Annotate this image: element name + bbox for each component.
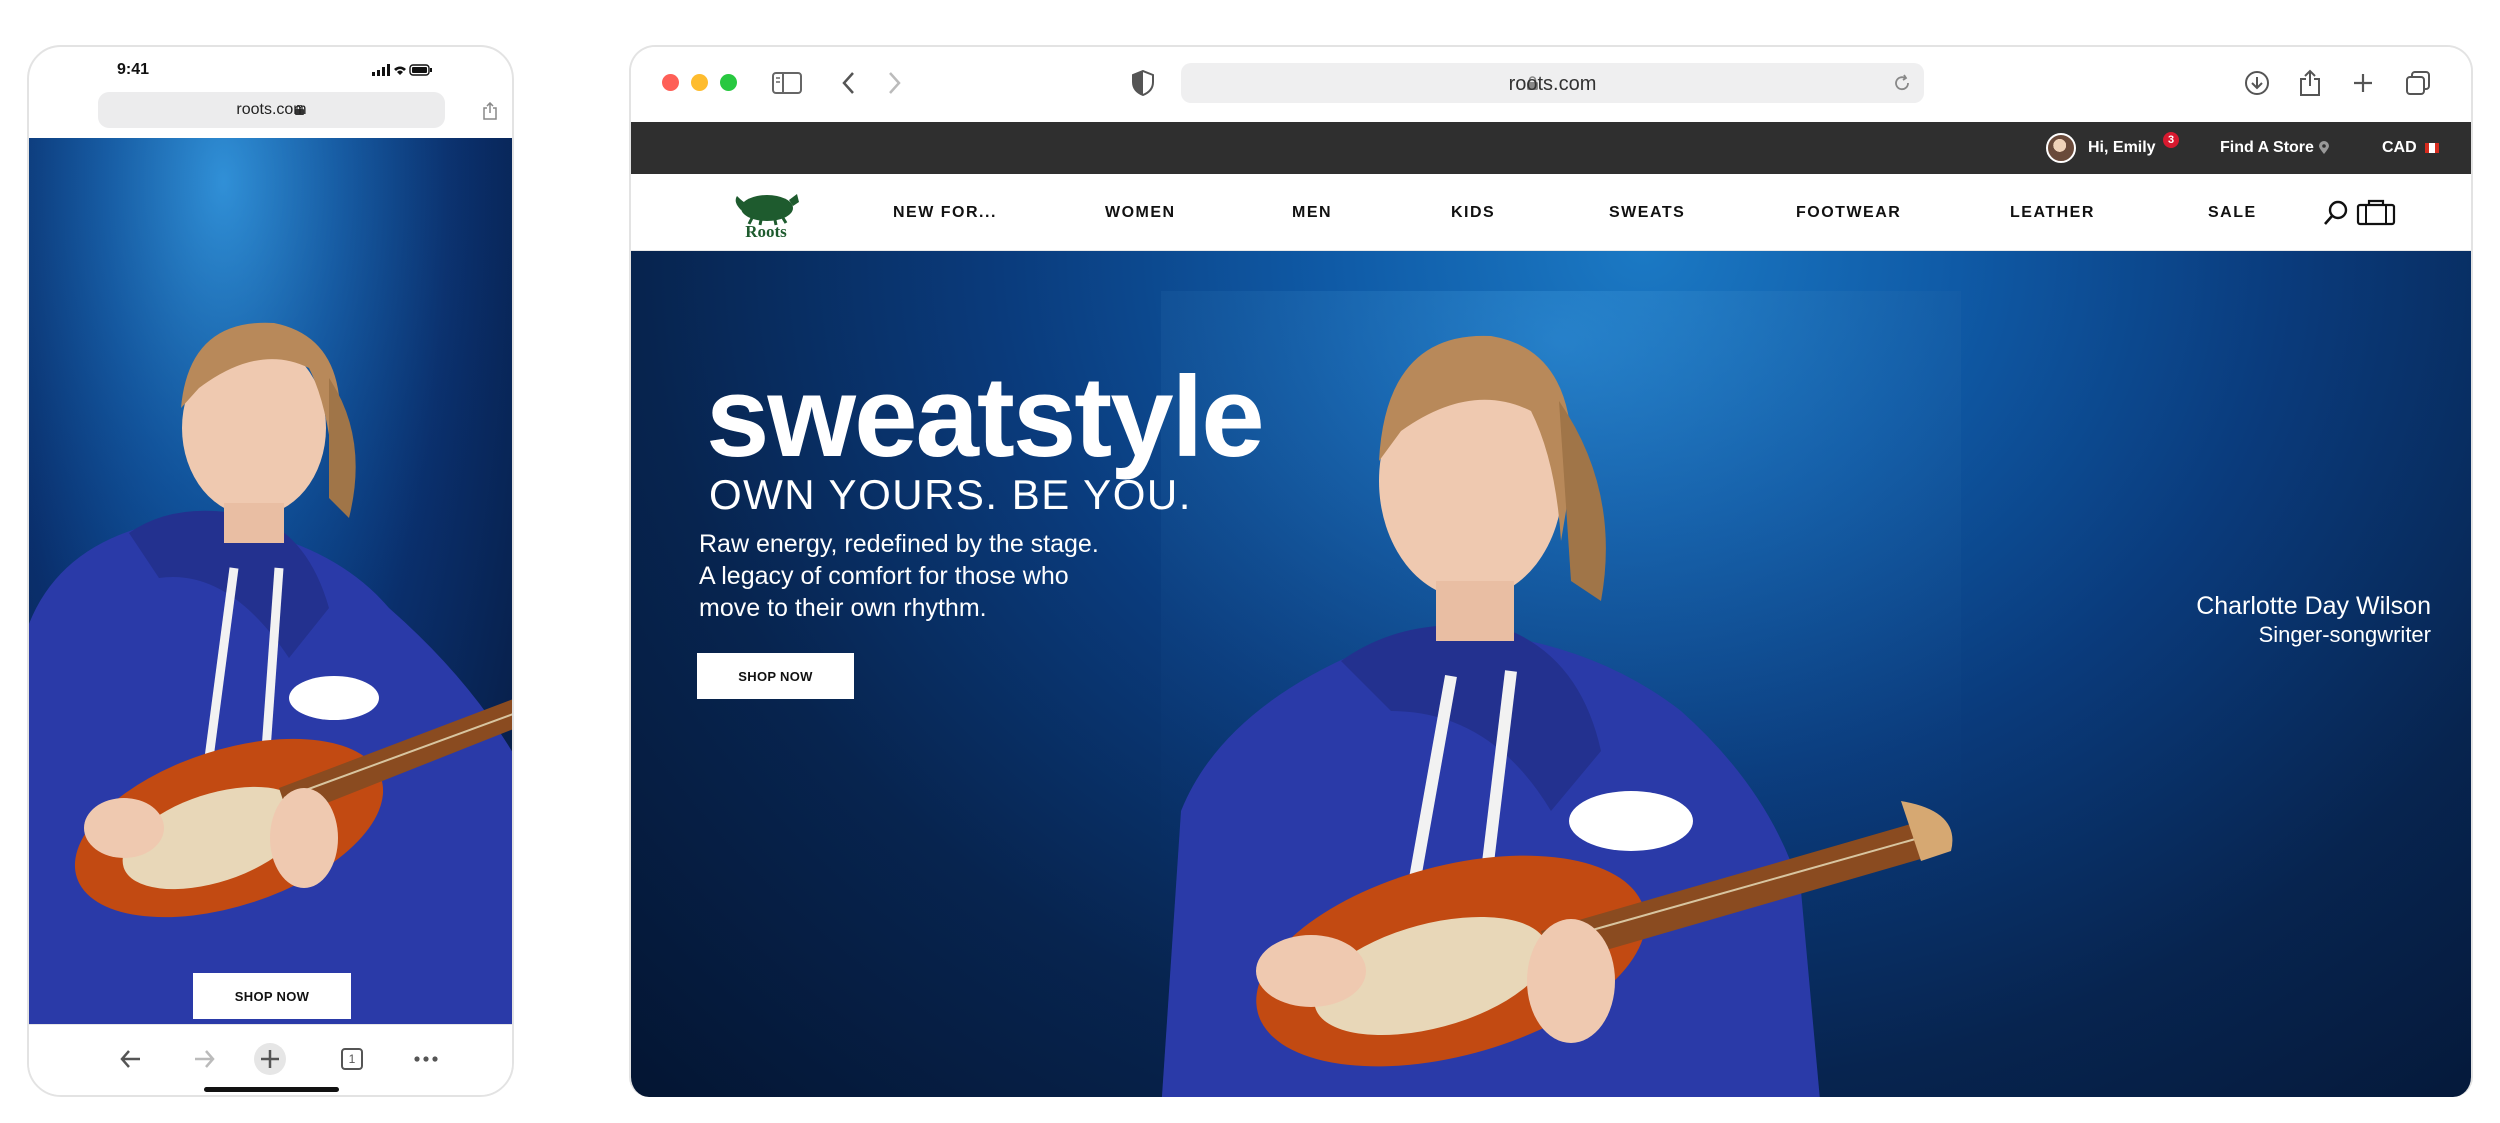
notification-badge: 3	[2163, 132, 2179, 148]
nav-item-leather[interactable]: LEATHER	[2010, 204, 2095, 222]
close-window-button[interactable]	[662, 74, 679, 91]
new-tab-plus-icon[interactable]	[2347, 67, 2379, 99]
device-showcase: 9:41 roots.com SHOP NOW 1 roots.com Hi, …	[0, 0, 2500, 1123]
reload-icon[interactable]	[1893, 74, 1911, 92]
hero-banner: sweatstyle OWN YOURS. BE YOU. Raw energy…	[631, 251, 2471, 1097]
phone-url-text: roots.com	[236, 101, 307, 118]
find-store-link[interactable]: Find A Store	[2220, 122, 2329, 174]
artist-credit: Charlotte Day Wilson Singer-songwriter	[2196, 591, 2431, 649]
forward-arrow-icon[interactable]	[187, 1042, 221, 1076]
hero-body-copy: Raw energy, redefined by the stage. A le…	[699, 528, 1159, 624]
hero-tagline: OWN YOURS. BE YOU.	[709, 471, 1192, 518]
back-arrow-icon[interactable]	[832, 67, 864, 99]
currency-text: CAD	[2382, 139, 2417, 156]
location-pin-icon	[2318, 141, 2329, 154]
nav-item-new-for[interactable]: NEW FOR...	[893, 204, 997, 222]
currency-selector[interactable]: CAD	[2382, 122, 2439, 174]
zoom-window-button[interactable]	[720, 74, 737, 91]
nav-item-sweats[interactable]: SWEATS	[1609, 204, 1685, 222]
main-navigation: Roots NEW FOR... WOMEN MEN KIDS SWEATS F…	[631, 174, 2471, 251]
forward-arrow-icon[interactable]	[879, 67, 911, 99]
phone-address-bar[interactable]: roots.com	[98, 92, 497, 128]
back-arrow-icon[interactable]	[114, 1042, 148, 1076]
phone-shop-now-button[interactable]: SHOP NOW	[193, 973, 351, 1019]
phone-mockup: 9:41 roots.com SHOP NOW 1	[27, 45, 514, 1097]
hero-headline: sweatstyle	[706, 354, 1265, 481]
privacy-shield-icon[interactable]	[1127, 67, 1159, 99]
phone-hero-image: SHOP NOW	[29, 138, 512, 1024]
nav-item-kids[interactable]: KIDS	[1451, 204, 1495, 222]
avatar	[2046, 133, 2076, 163]
artist-role: Singer-songwriter	[2258, 622, 2431, 647]
status-bar: 9:41	[29, 47, 512, 87]
artist-name: Charlotte Day Wilson	[2196, 592, 2431, 620]
tab-overview-icon[interactable]	[2402, 67, 2434, 99]
address-bar[interactable]: roots.com	[1181, 63, 1924, 103]
share-icon[interactable]	[2294, 67, 2326, 99]
more-icon[interactable]	[409, 1042, 443, 1076]
home-indicator	[204, 1087, 339, 1092]
shopping-bag-icon[interactable]	[2356, 198, 2396, 226]
status-time: 9:41	[117, 61, 150, 78]
minimize-window-button[interactable]	[691, 74, 708, 91]
guitarist-photo	[29, 138, 512, 1024]
hero-body-line: A legacy of comfort for those who	[699, 562, 1069, 590]
browser-toolbar: roots.com	[631, 47, 2471, 122]
downloads-icon[interactable]	[2241, 67, 2273, 99]
desktop-browser-window: roots.com Hi, Emily 3 Find A Store CAD R…	[629, 45, 2473, 1097]
nav-item-footwear[interactable]: FOOTWEAR	[1796, 204, 1901, 222]
canada-flag-icon	[2424, 143, 2439, 153]
sidebar-toggle-icon[interactable]	[771, 67, 803, 99]
share-icon[interactable]	[482, 102, 498, 120]
tab-count: 1	[341, 1048, 363, 1070]
nav-item-men[interactable]: MEN	[1292, 204, 1332, 222]
guitarist-photo	[1161, 291, 1961, 1097]
greeting-text: Hi, Emily	[2088, 139, 2156, 156]
tabs-icon[interactable]: 1	[335, 1042, 369, 1076]
logo-wordmark: Roots	[745, 222, 787, 240]
account-greeting[interactable]: Hi, Emily 3	[2046, 122, 2179, 174]
new-tab-plus-icon[interactable]	[253, 1042, 287, 1076]
signal-wifi-battery-icon	[372, 64, 432, 76]
hero-body-line: Raw energy, redefined by the stage.	[699, 530, 1099, 558]
roots-logo[interactable]: Roots	[727, 190, 805, 240]
find-store-text: Find A Store	[2220, 139, 2314, 156]
utility-bar: Hi, Emily 3 Find A Store CAD	[631, 122, 2471, 174]
hero-body-line: move to their own rhythm.	[699, 594, 987, 622]
nav-item-women[interactable]: WOMEN	[1105, 204, 1176, 222]
search-icon[interactable]	[2323, 199, 2351, 227]
nav-item-sale[interactable]: SALE	[2208, 204, 2257, 222]
shop-now-button[interactable]: SHOP NOW	[697, 653, 854, 699]
url-text: roots.com	[1508, 73, 1597, 95]
